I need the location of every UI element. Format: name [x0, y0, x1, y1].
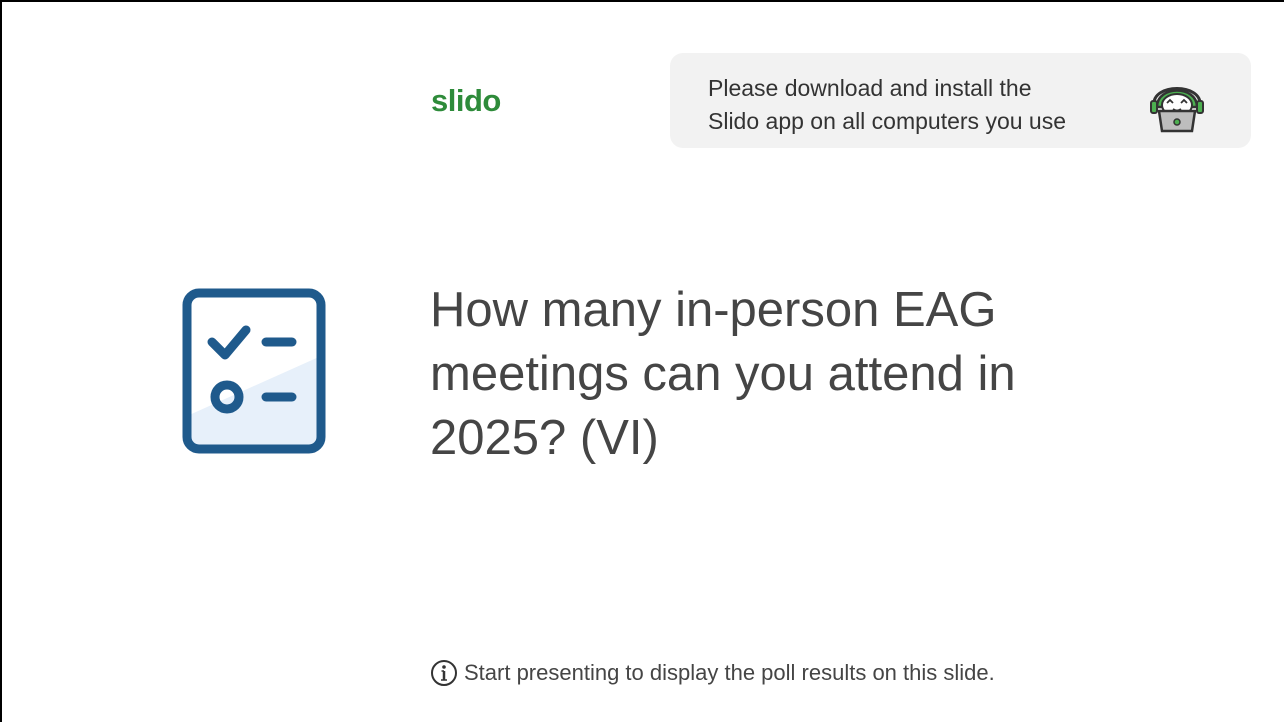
- download-app-banner: Please download and install the Slido ap…: [670, 53, 1251, 148]
- slide: slido Please download and install the Sl…: [0, 0, 1284, 722]
- poll-question-line-3: 2025? (VI): [430, 411, 659, 465]
- slido-logo: slido: [431, 83, 501, 118]
- laptop-mascot-icon: [1150, 87, 1204, 133]
- presenting-hint-text: Start presenting to display the poll res…: [464, 660, 995, 685]
- poll-question-line-2: meetings can you attend in: [430, 347, 1016, 401]
- banner-line-2: Slido app on all computers you use: [708, 108, 1066, 134]
- info-icon: [431, 660, 457, 686]
- poll-checklist-icon: [182, 288, 326, 454]
- presenting-hint: Start presenting to display the poll res…: [430, 658, 995, 688]
- banner-text: Please download and install the Slido ap…: [708, 72, 1128, 138]
- banner-line-1: Please download and install the: [708, 75, 1032, 101]
- poll-question-line-1: How many in-person EAG: [430, 283, 997, 337]
- poll-question: How many in-person EAG meetings can you …: [430, 278, 1190, 470]
